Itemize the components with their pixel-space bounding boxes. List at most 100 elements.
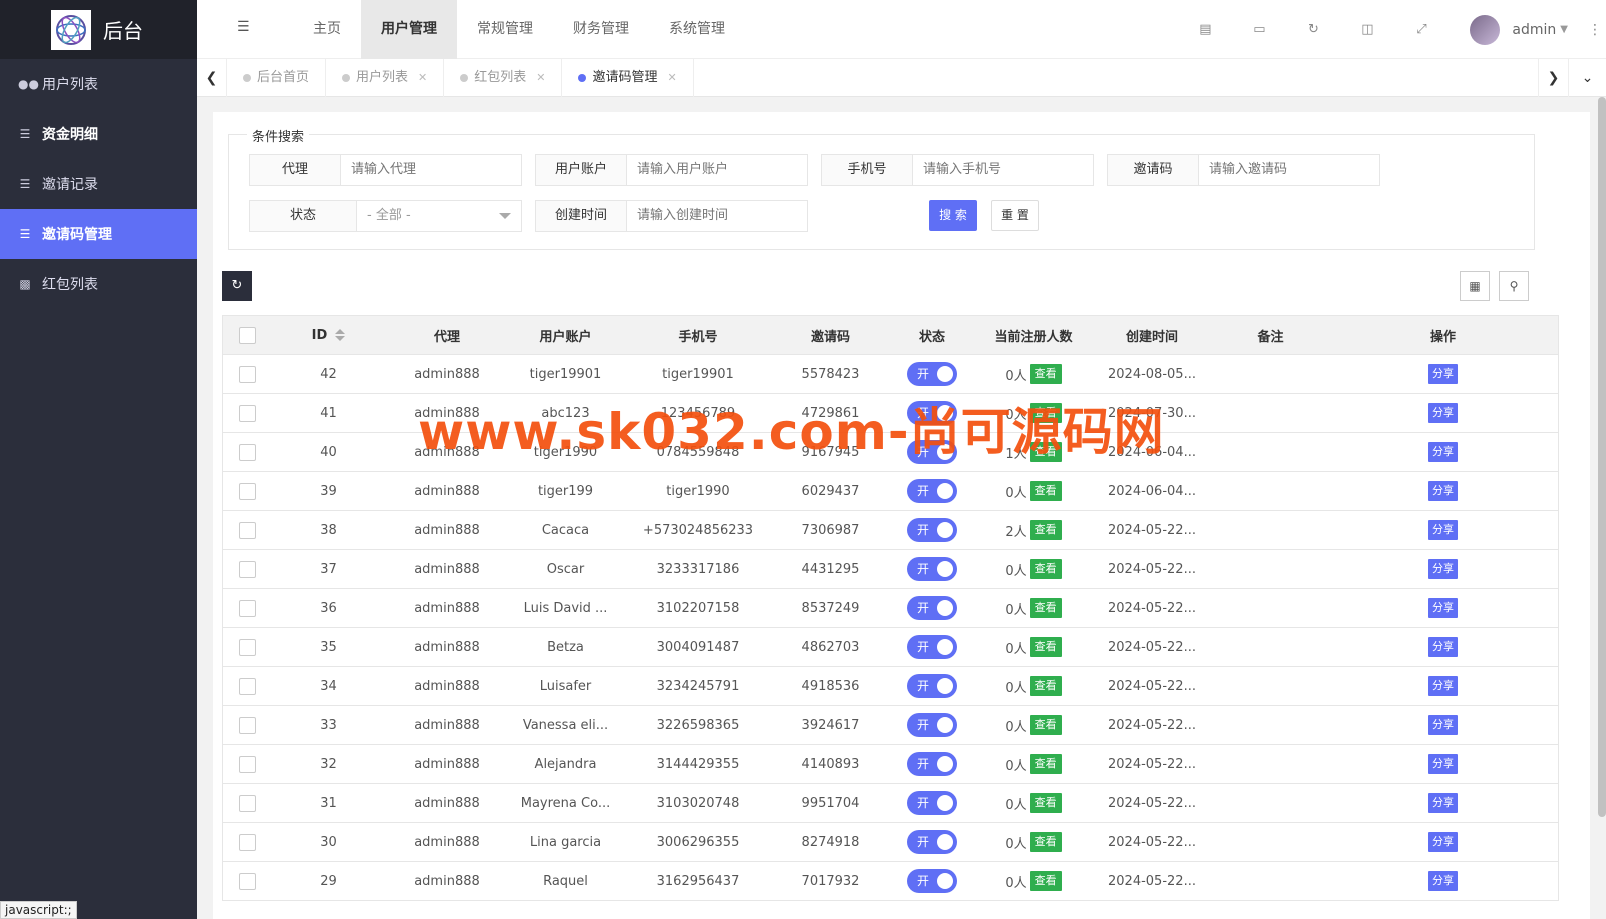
sidebar-item-red-packet-list[interactable]: ▩ 红包列表 [0,259,197,309]
more-vertical-icon[interactable]: ⋮ [1584,22,1606,38]
card-icon[interactable]: ▭ [1232,22,1286,37]
columns-button[interactable]: ▦ [1460,271,1490,301]
refresh-button[interactable]: ↻ [222,271,252,301]
row-checkbox[interactable] [238,638,256,656]
select-all-checkbox[interactable] [238,326,256,344]
tab-dashboard[interactable]: 后台首页 [227,59,327,97]
share-button[interactable]: 分享 [1428,676,1458,696]
share-button[interactable]: 分享 [1428,832,1458,852]
refresh-icon[interactable]: ↻ [1286,22,1340,37]
share-button[interactable]: 分享 [1428,364,1458,384]
view-button[interactable]: 查看 [1029,871,1062,891]
menu-toggle-icon[interactable]: ☰ [237,19,253,35]
close-icon[interactable]: ✕ [536,59,545,97]
share-button[interactable]: 分享 [1428,871,1458,891]
nav-user-management[interactable]: 用户管理 [361,0,457,59]
logo[interactable]: 后台 [0,0,197,59]
search-toggle-button[interactable]: ⚲ [1499,271,1529,301]
view-button[interactable]: 查看 [1029,481,1062,501]
view-button[interactable]: 查看 [1029,598,1062,618]
status-select[interactable]: - 全部 - [357,201,521,231]
sidebar-item-invite-code-manage[interactable]: ☰ 邀请码管理 [0,209,197,259]
row-checkbox[interactable] [238,716,256,734]
share-button[interactable]: 分享 [1428,559,1458,579]
chevron-down-icon[interactable]: ⌄ [1568,59,1606,97]
sort-icon[interactable] [335,329,346,341]
chevron-down-icon[interactable]: ▼ [1560,24,1568,35]
username[interactable]: admin [1512,22,1556,38]
status-switch[interactable]: 开 [907,401,957,425]
view-button[interactable]: 查看 [1029,676,1062,696]
tab-user-list[interactable]: 用户列表 ✕ [326,59,445,97]
close-icon[interactable]: ✕ [668,59,677,97]
share-button[interactable]: 分享 [1428,403,1458,423]
reset-button[interactable]: 重 置 [991,200,1039,231]
status-switch[interactable]: 开 [907,869,957,893]
view-button[interactable]: 查看 [1029,364,1062,384]
avatar[interactable] [1470,14,1501,45]
status-switch[interactable]: 开 [907,713,957,737]
view-button[interactable]: 查看 [1029,403,1062,423]
status-switch[interactable]: 开 [907,479,957,503]
share-button[interactable]: 分享 [1428,442,1458,462]
share-button[interactable]: 分享 [1428,598,1458,618]
share-button[interactable]: 分享 [1428,793,1458,813]
col-id[interactable]: ID [271,316,386,354]
agent-input[interactable] [341,155,521,185]
view-button[interactable]: 查看 [1029,559,1062,579]
search-button[interactable]: 搜 索 [929,200,977,231]
view-button[interactable]: 查看 [1029,442,1062,462]
tab-red-packet-list[interactable]: 红包列表 ✕ [444,59,563,97]
sidebar-item-fund-details[interactable]: ☰ 资金明细 [0,109,197,159]
view-button[interactable]: 查看 [1029,637,1062,657]
view-button[interactable]: 查看 [1029,520,1062,540]
nav-finance-management[interactable]: 财务管理 [553,0,649,59]
status-switch[interactable]: 开 [907,518,957,542]
nav-general-management[interactable]: 常规管理 [457,0,553,59]
share-button[interactable]: 分享 [1428,637,1458,657]
status-switch[interactable]: 开 [907,752,957,776]
share-button[interactable]: 分享 [1428,754,1458,774]
row-checkbox[interactable] [238,833,256,851]
status-switch[interactable]: 开 [907,557,957,581]
share-button[interactable]: 分享 [1428,715,1458,735]
chevron-left-icon[interactable]: ❮ [197,59,227,97]
created-input[interactable] [627,201,807,231]
row-checkbox[interactable] [238,755,256,773]
status-switch[interactable]: 开 [907,440,957,464]
sidebar-item-invite-records[interactable]: ☰ 邀请记录 [0,159,197,209]
fullscreen-icon[interactable]: ⤢ [1394,22,1448,37]
row-checkbox[interactable] [238,677,256,695]
tab-invite-code-manage[interactable]: 邀请码管理 ✕ [562,59,694,97]
close-icon[interactable]: ✕ [418,59,427,97]
nav-system-management[interactable]: 系统管理 [649,0,745,59]
status-switch[interactable]: 开 [907,362,957,386]
status-switch[interactable]: 开 [907,791,957,815]
status-switch[interactable]: 开 [907,596,957,620]
share-button[interactable]: 分享 [1428,481,1458,501]
view-button[interactable]: 查看 [1029,754,1062,774]
status-switch[interactable]: 开 [907,674,957,698]
row-checkbox[interactable] [238,599,256,617]
code-input[interactable] [1199,155,1379,185]
trash-icon[interactable]: ◫ [1340,22,1394,37]
chart-icon[interactable]: ▤ [1178,22,1232,37]
nav-home[interactable]: 主页 [293,0,361,59]
phone-input[interactable] [913,155,1093,185]
status-switch[interactable]: 开 [907,635,957,659]
status-switch[interactable]: 开 [907,830,957,854]
row-checkbox[interactable] [238,521,256,539]
row-checkbox[interactable] [238,872,256,890]
view-button[interactable]: 查看 [1029,832,1062,852]
sidebar-item-user-list[interactable]: ●● 用户列表 [0,59,197,109]
row-checkbox[interactable] [238,794,256,812]
page-scrollbar[interactable] [1598,97,1606,817]
row-checkbox[interactable] [238,404,256,422]
view-button[interactable]: 查看 [1029,793,1062,813]
row-checkbox[interactable] [238,443,256,461]
account-input[interactable] [627,155,807,185]
share-button[interactable]: 分享 [1428,520,1458,540]
view-button[interactable]: 查看 [1029,715,1062,735]
chevron-right-icon[interactable]: ❯ [1538,59,1568,97]
row-checkbox[interactable] [238,482,256,500]
